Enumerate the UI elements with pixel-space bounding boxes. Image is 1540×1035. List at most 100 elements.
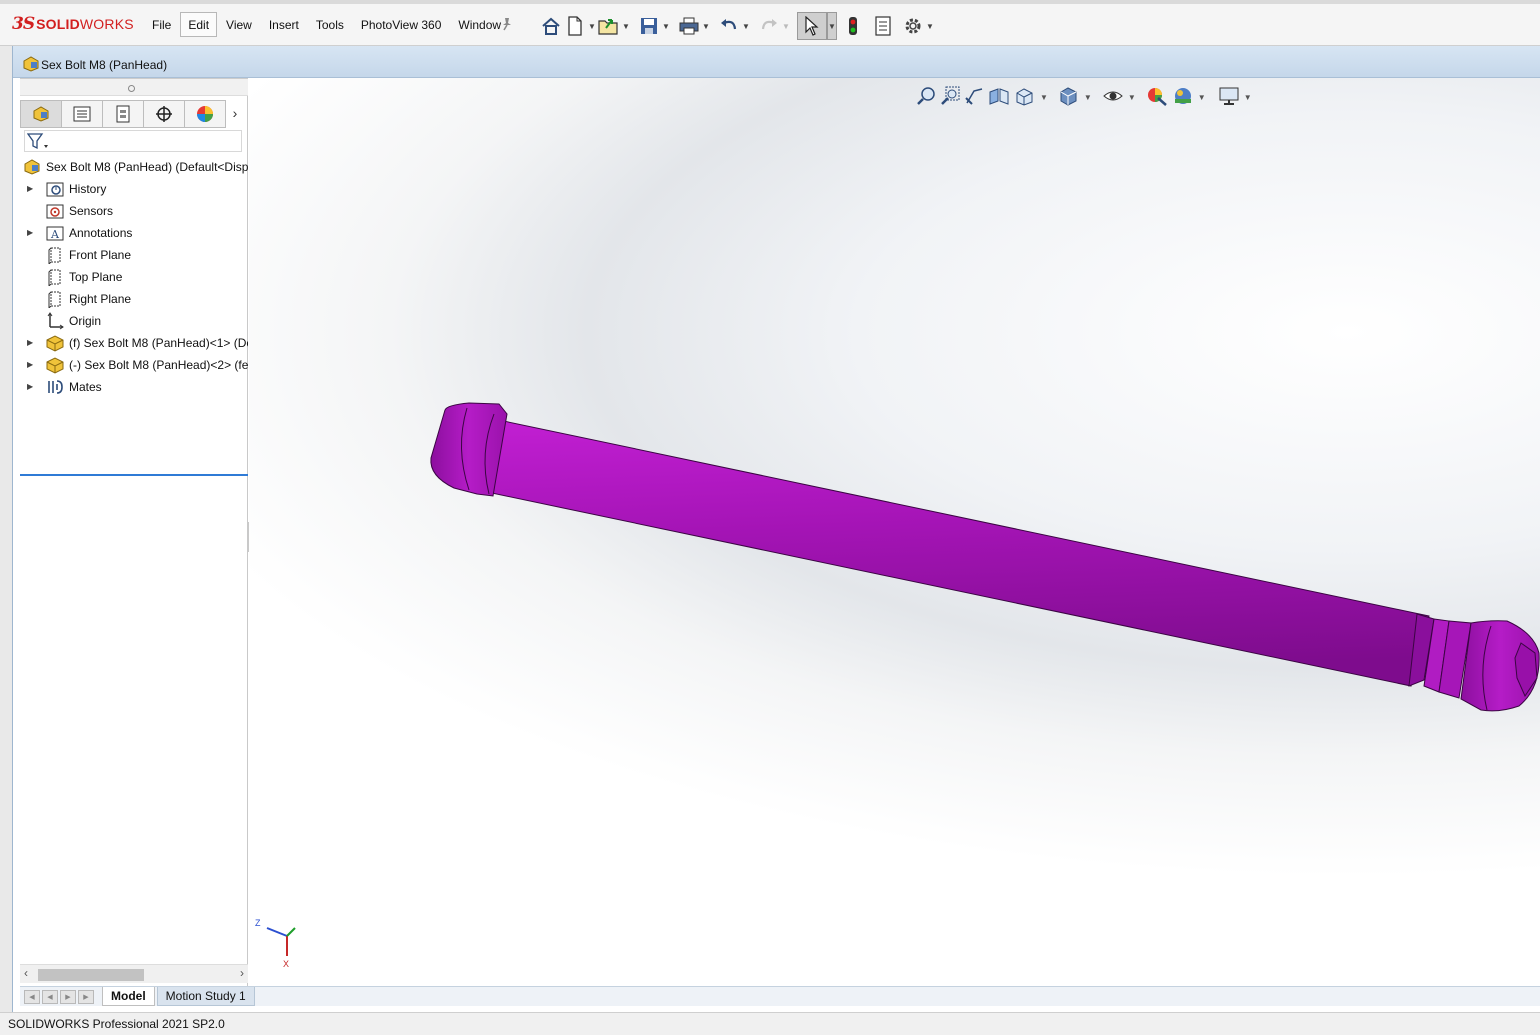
select-dropdown-icon[interactable]: ▼ (827, 12, 837, 40)
print-icon[interactable] (677, 14, 701, 38)
tree-item-history[interactable]: ▶ History (20, 178, 248, 200)
dimxpert-icon (156, 106, 172, 122)
scroll-left-icon[interactable]: ‹ (24, 966, 28, 980)
display-style-icon[interactable] (1058, 86, 1080, 109)
tree-item-label: History (69, 182, 107, 196)
print-dropdown-icon[interactable]: ▼ (701, 14, 711, 38)
rollback-bar[interactable] (20, 474, 248, 476)
new-dropdown-icon[interactable]: ▼ (587, 14, 597, 38)
part-icon (46, 334, 64, 352)
rebuild-icon[interactable] (841, 14, 865, 38)
status-bar: SOLIDWORKS Professional 2021 SP2.0 (0, 1012, 1540, 1035)
first-tab-icon[interactable]: ◀ (24, 989, 40, 1004)
tree-item-mates[interactable]: ▶ Mates (20, 376, 248, 398)
feature-manager-panel: › Sex Bolt M8 (PanHead) (Default<Display… (20, 78, 248, 986)
heads-up-view-toolbar: ▼ ▼ ▼ ▼ ▼ (916, 86, 1252, 109)
save-icon[interactable] (637, 14, 661, 38)
tree-item-label: Mates (69, 380, 102, 394)
tree-item-component-2[interactable]: ▶ (-) Sex Bolt M8 (PanHead)<2> (female) (20, 354, 248, 376)
solidworks-logo[interactable]: 3S SOLIDWORKS (12, 14, 134, 34)
display-style-dropdown-icon[interactable]: ▼ (1084, 93, 1092, 102)
menu-insert[interactable]: Insert (261, 12, 307, 37)
propertymanager-tab[interactable] (61, 100, 103, 128)
tree-item-top-plane[interactable]: Top Plane (20, 266, 248, 288)
options-icon[interactable] (901, 14, 925, 38)
apply-scene-icon[interactable] (1172, 86, 1194, 109)
pin-icon[interactable] (500, 17, 514, 34)
configuration-manager-icon (116, 105, 130, 123)
tab-model[interactable]: Model (102, 987, 155, 1006)
tree-filter[interactable] (24, 130, 242, 152)
view-settings-dropdown-icon[interactable]: ▼ (1244, 93, 1252, 102)
view-orientation-dropdown-icon[interactable]: ▼ (1040, 93, 1048, 102)
new-document-icon[interactable] (563, 14, 587, 38)
scroll-thumb[interactable] (38, 969, 144, 981)
view-orientation-icon[interactable] (1014, 86, 1036, 109)
expand-arrow-icon[interactable]: ▶ (27, 354, 33, 376)
open-icon[interactable] (597, 14, 621, 38)
tree-item-sensors[interactable]: Sensors (20, 200, 248, 222)
graphics-area[interactable]: Z X ▼ ▼ ▼ ▼ ▼ (249, 78, 1540, 986)
save-dropdown-icon[interactable]: ▼ (661, 14, 671, 38)
section-view-icon[interactable] (988, 86, 1010, 109)
open-dropdown-icon[interactable]: ▼ (621, 14, 631, 38)
file-properties-icon[interactable] (871, 14, 895, 38)
hide-show-items-icon[interactable] (1102, 86, 1124, 109)
scroll-right-icon[interactable]: › (240, 966, 244, 980)
tree-item-annotations[interactable]: ▶ A Annotations (20, 222, 248, 244)
tree-horizontal-scrollbar[interactable]: ‹ › (20, 964, 248, 983)
tree-item-origin[interactable]: Origin (20, 310, 248, 332)
bolt-model[interactable] (430, 402, 1540, 712)
expand-arrow-icon[interactable]: ▶ (27, 376, 33, 398)
logo-thin-part: WORKS (79, 16, 134, 32)
hide-show-dropdown-icon[interactable]: ▼ (1128, 93, 1136, 102)
next-tab-icon[interactable]: ▶ (60, 989, 76, 1004)
tree-root[interactable]: Sex Bolt M8 (PanHead) (Default<Display S… (20, 156, 248, 178)
annotations-icon: A (46, 224, 64, 242)
tree-item-label: Origin (69, 314, 102, 328)
menu-photoview[interactable]: PhotoView 360 (353, 12, 450, 37)
menu-view[interactable]: View (218, 12, 260, 37)
undo-icon[interactable] (717, 14, 741, 38)
featuremanager-tab[interactable] (20, 100, 62, 128)
triad-z-label: Z (255, 918, 261, 928)
menu-file[interactable]: File (144, 12, 179, 37)
expand-arrow-icon[interactable]: ▶ (27, 332, 33, 354)
home-icon[interactable] (539, 14, 563, 38)
standard-toolbar: ▼ ▼ ▼ ▼ ▼ ▼ ▼ ▼ (539, 12, 935, 40)
document-title-bar: Sex Bolt M8 (PanHead) (13, 46, 1540, 78)
dimxpert-tab[interactable] (143, 100, 185, 128)
undo-dropdown-icon[interactable]: ▼ (741, 14, 751, 38)
status-text: SOLIDWORKS Professional 2021 SP2.0 (8, 1017, 225, 1031)
configurationmanager-tab[interactable] (102, 100, 144, 128)
tree-item-front-plane[interactable]: Front Plane (20, 244, 248, 266)
zoom-to-fit-icon[interactable] (916, 86, 936, 109)
select-icon[interactable] (797, 12, 827, 40)
assembly-icon (23, 56, 39, 75)
last-tab-icon[interactable]: ▶ (78, 989, 94, 1004)
menu-tools[interactable]: Tools (308, 12, 352, 37)
tree-item-right-plane[interactable]: Right Plane (20, 288, 248, 310)
tabs-more-arrow[interactable]: › (225, 100, 245, 126)
tab-navigation: ◀ ◀ ▶ ▶ (24, 989, 96, 1004)
plane-icon (46, 246, 64, 266)
apply-scene-dropdown-icon[interactable]: ▼ (1198, 93, 1206, 102)
expand-arrow-icon[interactable]: ▶ (27, 178, 33, 200)
previous-view-icon[interactable] (964, 86, 984, 109)
featuremanager-tab-icon (33, 106, 49, 122)
displaymanager-tab[interactable] (184, 100, 226, 128)
coordinate-triad[interactable]: Z X (255, 918, 296, 969)
property-manager-icon (73, 106, 91, 122)
panel-grip[interactable] (20, 78, 248, 96)
options-dropdown-icon[interactable]: ▼ (925, 14, 935, 38)
previous-tab-icon[interactable]: ◀ (42, 989, 58, 1004)
expand-arrow-icon[interactable]: ▶ (27, 222, 33, 244)
tree-item-component-1[interactable]: ▶ (f) Sex Bolt M8 (PanHead)<1> (Default) (20, 332, 248, 354)
redo-icon (757, 14, 781, 38)
zoom-to-area-icon[interactable] (940, 86, 960, 109)
edit-appearance-icon[interactable] (1146, 86, 1168, 109)
mates-icon (46, 378, 64, 396)
tab-motion-study-1[interactable]: Motion Study 1 (156, 987, 255, 1006)
view-settings-icon[interactable] (1218, 86, 1240, 109)
menu-edit[interactable]: Edit (180, 12, 218, 37)
